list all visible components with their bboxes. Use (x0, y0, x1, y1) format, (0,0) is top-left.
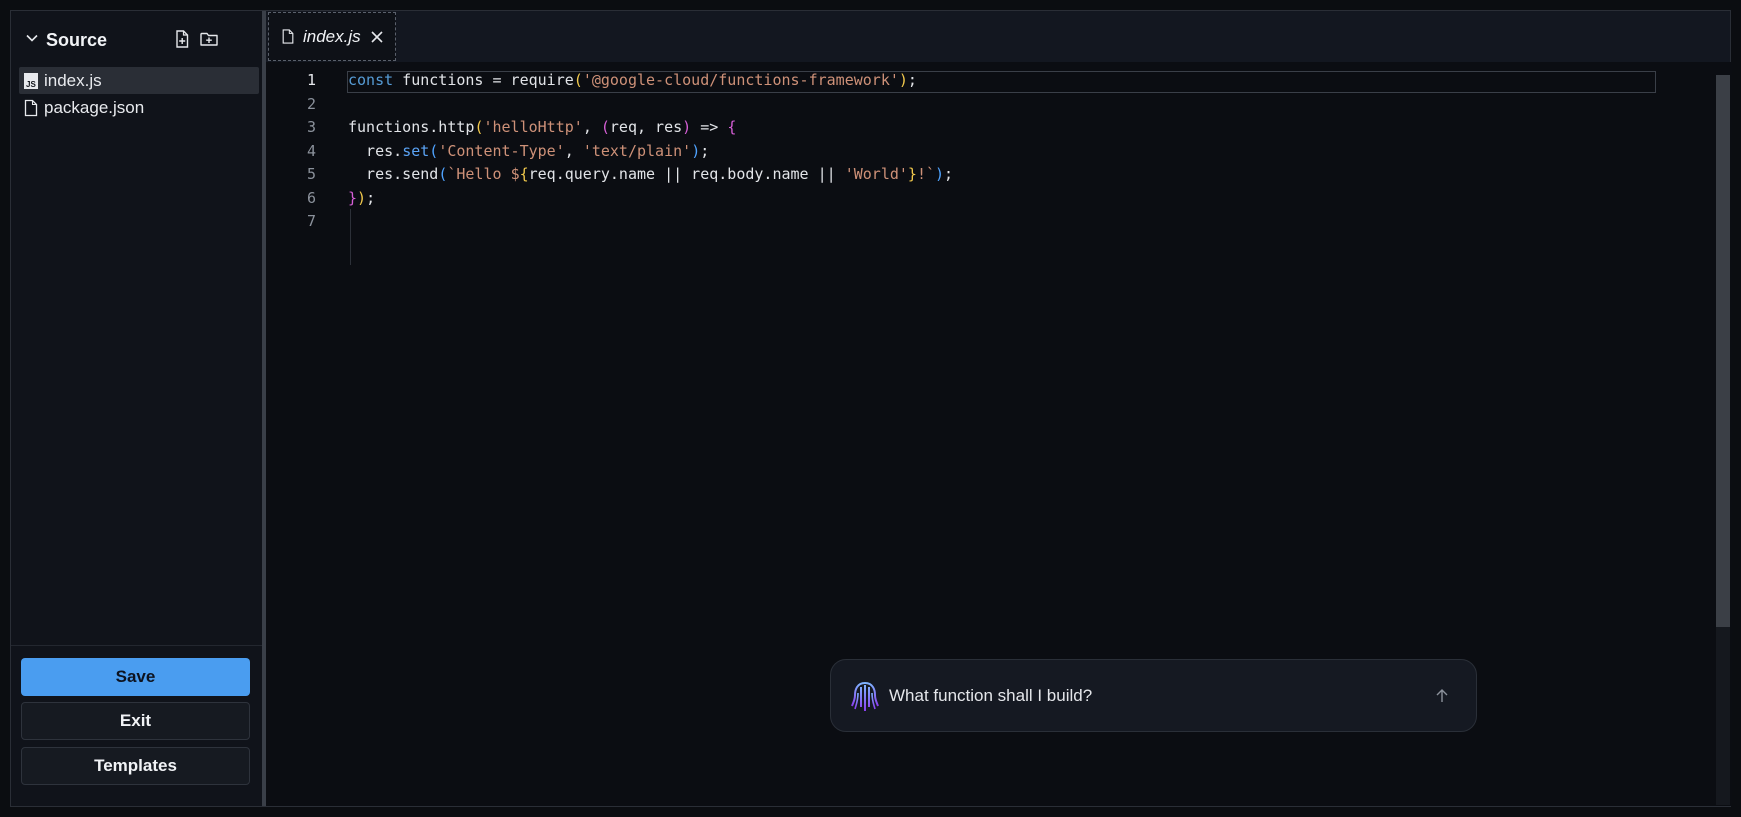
app-window: Source JS index.js package.json Save Exi… (10, 10, 1732, 807)
code-line[interactable]: }); (348, 187, 1648, 211)
line-number: 2 (306, 94, 316, 113)
file-item-package-json[interactable]: package.json (19, 94, 259, 121)
code-line[interactable] (348, 210, 1648, 234)
prompt-input[interactable]: What function shall I build? (889, 686, 1092, 706)
close-icon[interactable] (370, 30, 384, 44)
templates-button[interactable]: Templates (21, 747, 250, 785)
file-explorer-sidebar: Source JS index.js package.json Save Exi… (11, 11, 266, 806)
code-line[interactable]: functions.http('helloHttp', (req, res) =… (348, 116, 1648, 140)
chevron-down-icon[interactable] (25, 31, 39, 45)
ai-prompt-box[interactable]: What function shall I build? (830, 659, 1477, 732)
file-icon (282, 29, 294, 44)
scrollbar-thumb[interactable] (1716, 75, 1730, 627)
line-number: 4 (306, 141, 316, 160)
line-number: 5 (306, 165, 316, 183)
exit-button[interactable]: Exit (21, 702, 250, 740)
explorer-title: Source (46, 30, 108, 50)
js-file-icon: JS (24, 72, 38, 89)
line-number-gutter: 1 2 3 4 5 6 7 (266, 69, 316, 234)
tab-index-js[interactable]: index.js (268, 12, 396, 61)
explorer-header: Source (11, 11, 262, 67)
code-content[interactable]: const functions = require('@google-cloud… (348, 69, 1648, 234)
sidebar-divider (11, 645, 262, 646)
arrow-up-icon[interactable] (1434, 688, 1450, 704)
line-number: 3 (306, 118, 316, 136)
line-number: 1 (306, 71, 316, 89)
new-folder-icon[interactable] (199, 29, 219, 49)
code-line[interactable]: const functions = require('@google-cloud… (348, 69, 1648, 93)
file-item-index-js[interactable]: JS index.js (19, 67, 259, 94)
tab-label: index.js (303, 26, 361, 46)
ai-logo-icon (851, 682, 879, 711)
file-name: index.js (44, 70, 102, 90)
line-number: 6 (306, 188, 316, 207)
code-line[interactable]: res.set('Content-Type', 'text/plain'); (348, 140, 1648, 164)
editor-tab-bar: index.js (266, 11, 1730, 62)
file-icon (24, 99, 38, 116)
file-tree: JS index.js package.json (19, 67, 259, 121)
code-line[interactable]: res.send(`Hello ${req.query.name || req.… (348, 163, 1648, 187)
editor-scrollbar[interactable] (1716, 75, 1730, 805)
svg-text:JS: JS (26, 80, 36, 89)
new-file-icon[interactable] (172, 29, 192, 49)
file-name: package.json (44, 97, 145, 117)
save-button[interactable]: Save (21, 658, 250, 696)
line-number: 7 (306, 212, 316, 230)
code-editor[interactable]: 1 2 3 4 5 6 7 const functions = require(… (266, 62, 1732, 806)
code-line[interactable] (348, 93, 1648, 117)
